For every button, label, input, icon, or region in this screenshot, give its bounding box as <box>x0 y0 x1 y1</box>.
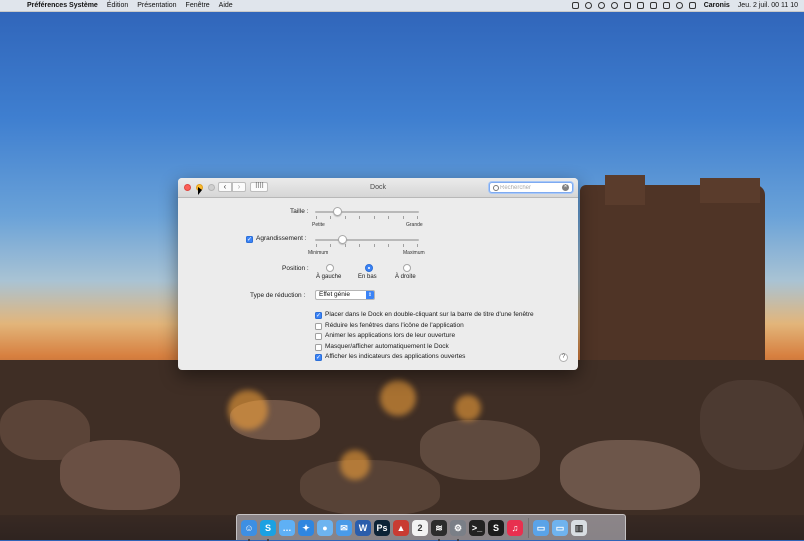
option-animate-label: Animer les applications lors de leur ouv… <box>325 332 456 339</box>
size-slider[interactable] <box>315 211 419 213</box>
magnification-min-label: Minimum <box>308 250 329 256</box>
help-button[interactable]: ? <box>559 353 568 362</box>
downloads-folder-icon[interactable]: ▭ <box>552 519 568 536</box>
checkmark-icon: ✓ <box>247 237 253 243</box>
size-ticks <box>316 216 418 220</box>
option-animate-checkbox[interactable] <box>315 333 322 340</box>
scrivener-icon[interactable]: S <box>488 519 504 536</box>
word-icon[interactable]: W <box>355 519 371 536</box>
menubar-clock[interactable]: Jeu. 2 juil. 00 11 10 <box>738 0 798 11</box>
checkmark-icon: ✓ <box>316 313 322 319</box>
magnification-max-label: Maximum <box>403 250 425 256</box>
app-menu[interactable]: Préférences Système <box>27 0 98 11</box>
position-right-radio[interactable] <box>403 264 411 272</box>
tweetbot-icon[interactable]: ● <box>317 519 333 536</box>
sync-icon[interactable] <box>584 2 592 9</box>
skype-icon[interactable]: S <box>260 519 276 541</box>
status-area: Caronis Jeu. 2 juil. 00 11 10 <box>566 0 798 11</box>
checkmark-icon: ✓ <box>316 355 322 361</box>
option-indicators-checkbox[interactable]: ✓ <box>315 354 322 361</box>
user-name[interactable]: Caronis <box>704 0 730 11</box>
minimize-effect-value: Effet génie <box>319 291 350 298</box>
position-right-label: À droite <box>395 274 416 280</box>
dropbox-icon[interactable] <box>571 2 579 9</box>
size-slider-thumb[interactable] <box>333 207 343 216</box>
position-label: Position : <box>282 265 309 272</box>
magnification-checkbox[interactable]: ✓ <box>246 236 253 243</box>
position-left-label: À gauche <box>316 274 342 280</box>
title-bar[interactable]: ‹ › ⠿⠿ Dock × <box>178 178 578 198</box>
photoshop-icon[interactable]: Ps <box>374 519 390 536</box>
option-autohide-checkbox[interactable] <box>315 344 322 351</box>
magnification-ticks <box>316 244 418 248</box>
popcorn-icon[interactable]: ▲ <box>393 519 409 536</box>
clock-icon[interactable] <box>610 2 618 9</box>
battery-icon[interactable] <box>688 2 696 9</box>
menu-edition[interactable]: Édition <box>107 0 128 11</box>
minimize-effect-label: Type de réduction : <box>250 292 306 299</box>
position-bottom-radio[interactable] <box>365 264 373 272</box>
applications-folder-icon[interactable]: ▭ <box>533 519 549 536</box>
search-icon <box>493 185 499 191</box>
m-icon[interactable] <box>649 2 657 9</box>
spotify-icon[interactable]: ≋ <box>431 519 447 541</box>
option-double-click-label: Placer dans le Dock en double-cliquant s… <box>325 311 534 318</box>
safari-icon[interactable]: ✦ <box>298 519 314 536</box>
position-left-radio[interactable] <box>326 264 334 272</box>
terminal-icon[interactable]: >_ <box>469 519 485 536</box>
itunes-icon[interactable]: ♫ <box>507 519 523 536</box>
size-label: Taille : <box>290 208 309 215</box>
preferences-window: ‹ › ⠿⠿ Dock × Taille : Petite Grande ✓ A… <box>178 178 578 370</box>
menu-help[interactable]: Aide <box>219 0 233 11</box>
dock: ☺ S… ✦ ● ✉ W Ps ▲ 2 ≋ ⚙ >_ S ♫ ▭ ▭ ▥ <box>236 514 626 541</box>
finder-icon[interactable]: ☺ <box>241 519 257 541</box>
messages-icon[interactable]: … <box>279 519 295 536</box>
option-double-click-checkbox[interactable]: ✓ <box>315 312 322 319</box>
size-max-label: Grande <box>406 222 423 228</box>
magnification-label: Agrandissement : <box>256 235 307 242</box>
clear-search-icon[interactable]: × <box>562 184 569 191</box>
menu-bar: Préférences Système Édition Présentation… <box>0 0 804 12</box>
chevron-updown-icon: ⇕ <box>366 291 374 299</box>
calendar-icon[interactable]: 2 <box>412 519 428 536</box>
trash-icon[interactable]: ▥ <box>571 519 587 536</box>
magnification-slider-thumb[interactable] <box>337 235 347 244</box>
option-minimize-into-app-label: Réduire les fenêtres dans l'icône de l'a… <box>325 322 464 329</box>
magnification-slider[interactable] <box>315 239 419 241</box>
wifi-icon[interactable] <box>675 2 683 9</box>
info-icon[interactable] <box>597 2 605 9</box>
pencil-icon[interactable] <box>636 2 644 9</box>
search-field[interactable]: × <box>489 182 573 193</box>
mail-icon[interactable]: ✉ <box>336 519 352 536</box>
evernote-icon[interactable] <box>623 2 631 9</box>
option-indicators-label: Afficher les indicateurs des application… <box>325 353 466 360</box>
minimize-effect-select[interactable]: Effet génie ⇕ <box>315 290 375 300</box>
dock-separator <box>528 517 529 538</box>
option-minimize-into-app-checkbox[interactable] <box>315 323 322 330</box>
system-preferences-icon[interactable]: ⚙ <box>450 519 466 541</box>
menu-window[interactable]: Fenêtre <box>186 0 210 11</box>
menu-presentation[interactable]: Présentation <box>137 0 176 11</box>
option-autohide-label: Masquer/afficher automatiquement le Dock <box>325 343 449 350</box>
position-bottom-label: En bas <box>358 274 377 280</box>
search-input[interactable] <box>500 183 560 192</box>
size-min-label: Petite <box>312 222 325 228</box>
volume-icon[interactable] <box>662 2 670 9</box>
